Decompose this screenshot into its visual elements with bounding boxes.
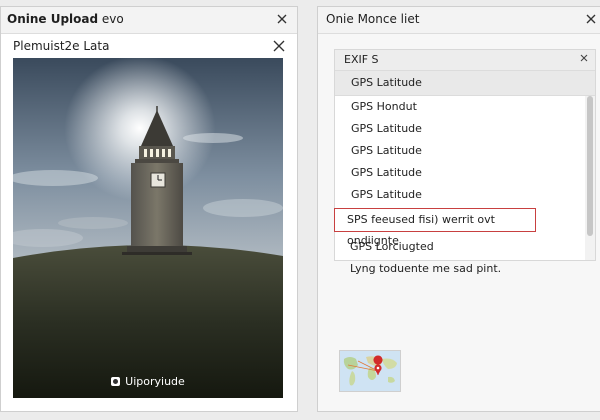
world-map-icon: [340, 351, 400, 391]
exif-list: GPS Hondut GPS Latitude GPS Latitude GPS…: [335, 96, 585, 206]
upload-window-titlebar: Onine Upload evo: [1, 7, 297, 34]
close-icon[interactable]: [584, 12, 598, 26]
list-item[interactable]: GPS Latitude: [335, 118, 585, 140]
highlighted-list-item[interactable]: SPS feeused fisi) werrit ovt ondiignte: [334, 208, 536, 247]
list-item-selected[interactable]: GPS Latitude: [335, 71, 595, 96]
metadata-window-title: Onie Monce liet: [326, 12, 420, 26]
upload-window-title: Onine Upload evo: [7, 12, 124, 26]
upload-window: Onine Upload evo Plemuist2e Lata Uiporyi…: [0, 6, 298, 412]
camera-icon: [111, 377, 121, 386]
close-icon[interactable]: [275, 12, 289, 26]
dialog-title: Plemuist2e Lata: [13, 39, 110, 53]
upload-window-title-rest: evo: [98, 12, 124, 26]
panel-close-icon[interactable]: [579, 53, 589, 63]
scrollbar-thumb[interactable]: [587, 96, 593, 236]
list-item[interactable]: GPS Hondut: [335, 96, 585, 118]
photo-caption-text: Uiporyiude: [125, 375, 185, 388]
list-item[interactable]: GPS Latitude: [335, 184, 585, 206]
dialog-close-icon[interactable]: [272, 39, 286, 53]
uploaded-photo[interactable]: Uiporyiude: [13, 58, 283, 398]
exif-panel-label: EXIF S: [344, 53, 379, 66]
photo-caption: Uiporyiude: [13, 375, 283, 388]
vertical-scrollbar[interactable]: [585, 96, 595, 260]
metadata-window-titlebar: Onie Monce liet: [318, 7, 600, 34]
list-item[interactable]: GPS Latitude: [335, 162, 585, 184]
list-item[interactable]: GPS Lorciugted: [350, 240, 434, 253]
map-thumbnail[interactable]: [339, 350, 401, 392]
upload-window-title-bold: Onine Upload: [7, 12, 99, 26]
list-item[interactable]: GPS Latitude: [335, 140, 585, 162]
exif-panel-header: EXIF S: [335, 50, 595, 71]
clock-tower-image: [13, 58, 283, 398]
list-item-selected-label: GPS Latitude: [351, 76, 422, 89]
desktop: Onine Upload evo Plemuist2e Lata Uiporyi…: [0, 0, 600, 420]
list-item[interactable]: Lyng toduente me sad pint.: [350, 262, 501, 275]
